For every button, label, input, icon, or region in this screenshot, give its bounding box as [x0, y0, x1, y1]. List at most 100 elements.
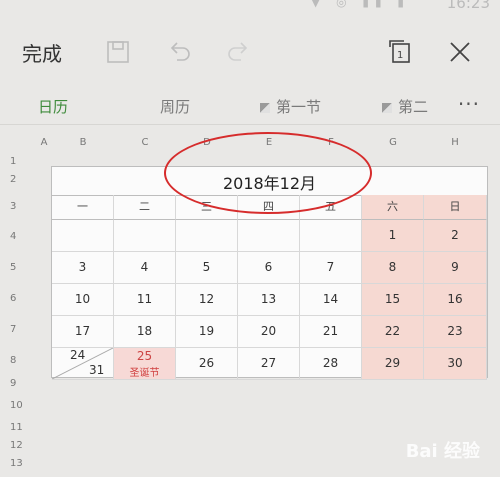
row-header[interactable]: 3 [10, 201, 16, 212]
calendar-day-cell[interactable]: 8 [362, 252, 424, 284]
calendar-day-cell[interactable]: 26 [176, 348, 238, 380]
day-number: 11 [136, 292, 153, 306]
status-icons: ▼ ◎ ▮▮ ▮ [311, 0, 410, 9]
weekday-header[interactable]: 六 [362, 195, 424, 220]
day-number: 22 [384, 324, 401, 338]
calendar-day-cell[interactable]: 24 31 [52, 348, 114, 380]
sheet-tabs: 日历 周历 第一节 第二 ··· [0, 88, 500, 125]
redo-icon[interactable] [225, 38, 253, 66]
holiday-label: 圣诞节 [129, 368, 160, 379]
calendar-day-cell[interactable] [176, 220, 238, 252]
day-number: 16 [447, 292, 463, 306]
calendar-day-cell[interactable]: 22 [362, 316, 424, 348]
weekday-header[interactable]: 一 [52, 195, 114, 220]
calendar-day-cell[interactable]: 10 [52, 284, 114, 316]
more-icon[interactable]: ··· [458, 92, 480, 116]
sheet-icon [382, 103, 392, 113]
calendar-day-cell[interactable]: 28 [300, 348, 362, 380]
undo-icon[interactable] [165, 38, 193, 66]
day-number: 29 [384, 356, 401, 370]
sheet-icon [260, 103, 270, 113]
day-number: 14 [322, 292, 339, 306]
calendar-day-cell[interactable] [300, 220, 362, 252]
tab-section-1[interactable]: 第一节 [260, 96, 321, 117]
calendar-day-cell[interactable]: 25 圣诞节 [114, 348, 176, 380]
row-header[interactable]: 8 [10, 355, 16, 366]
col-header-g[interactable]: G [383, 137, 403, 148]
calendar-day-cell[interactable]: 30 [424, 348, 487, 380]
tab-section-2[interactable]: 第二 [382, 96, 428, 117]
day-number: 18 [136, 324, 153, 338]
calendar-day-cell[interactable] [114, 220, 176, 252]
calendar-day-cell[interactable]: 5 [176, 252, 238, 284]
day-number: 20 [260, 324, 277, 338]
toolbar: 完成 1 [0, 22, 500, 82]
day-number: 21 [322, 324, 339, 338]
row-header[interactable]: 6 [10, 293, 16, 304]
day-number: 17 [74, 324, 91, 338]
row-header[interactable]: 9 [10, 378, 16, 389]
col-header-h[interactable]: H [445, 137, 465, 148]
calendar-day-cell[interactable]: 14 [300, 284, 362, 316]
day-number: 4 [140, 260, 149, 274]
annotation-circle [164, 132, 372, 214]
calendar-day-cell[interactable]: 4 [114, 252, 176, 284]
calendar-day-cell[interactable]: 15 [362, 284, 424, 316]
day-number: 10 [74, 292, 91, 306]
col-header-a[interactable]: A [34, 137, 54, 148]
status-bar: ▼ ◎ ▮▮ ▮ 16:23 [0, 0, 500, 16]
calendar-day-cell[interactable]: 23 [424, 316, 487, 348]
calendar-day-cell[interactable]: 29 [362, 348, 424, 380]
tab-label: 第二 [398, 98, 429, 116]
calendar-day-cell[interactable]: 1 [362, 220, 424, 252]
day-number: 26 [198, 356, 215, 370]
calendar-day-cell[interactable]: 27 [238, 348, 300, 380]
row-header[interactable]: 12 [10, 440, 23, 451]
calendar-day-cell[interactable]: 21 [300, 316, 362, 348]
calendar-day-cell[interactable]: 2 [424, 220, 487, 252]
day-number: 8 [388, 260, 397, 274]
weekday-header[interactable]: 日 [424, 195, 487, 220]
row-header[interactable]: 4 [10, 231, 16, 242]
tab-label: 第一节 [276, 98, 322, 116]
calendar-day-cell[interactable] [52, 220, 114, 252]
calendar-day-cell[interactable]: 11 [114, 284, 176, 316]
calendar-day-cell[interactable] [238, 220, 300, 252]
day-number: 25 [136, 349, 153, 363]
calendar-day-cell[interactable]: 7 [300, 252, 362, 284]
row-header[interactable]: 10 [10, 400, 23, 411]
calendar-day-cell[interactable]: 9 [424, 252, 487, 284]
day-number: 23 [447, 324, 463, 338]
done-button[interactable]: 完成 [22, 38, 62, 67]
row-header[interactable]: 7 [10, 324, 16, 335]
row-header[interactable]: 1 [10, 156, 16, 167]
day-number: 15 [384, 292, 401, 306]
calendar-day-cell[interactable]: 20 [238, 316, 300, 348]
day-number: 28 [322, 356, 339, 370]
day-number: 2 [451, 228, 459, 242]
day-number: 13 [260, 292, 277, 306]
weekday-header[interactable]: 二 [114, 195, 176, 220]
day-number: 6 [264, 260, 273, 274]
calendar-day-cell[interactable]: 17 [52, 316, 114, 348]
close-icon[interactable] [446, 38, 474, 66]
save-icon[interactable] [104, 38, 132, 66]
calendar-day-cell[interactable]: 6 [238, 252, 300, 284]
day-number: 30 [447, 356, 463, 370]
calendar-day-cell[interactable]: 19 [176, 316, 238, 348]
row-header[interactable]: 5 [10, 262, 16, 273]
row-header[interactable]: 2 [10, 174, 16, 185]
calendar-day-cell[interactable]: 16 [424, 284, 487, 316]
col-header-b[interactable]: B [73, 137, 93, 148]
calendar-day-cell[interactable]: 3 [52, 252, 114, 284]
row-header[interactable]: 11 [10, 422, 23, 433]
tab-week[interactable]: 周历 [160, 96, 190, 117]
tab-calendar[interactable]: 日历 [38, 96, 68, 117]
calendar-day-cell[interactable]: 18 [114, 316, 176, 348]
sheets-icon[interactable]: 1 [386, 38, 414, 66]
col-header-c[interactable]: C [135, 137, 155, 148]
row-header[interactable]: 13 [10, 458, 23, 469]
calendar-day-cell[interactable]: 13 [238, 284, 300, 316]
status-time: 16:23 [446, 0, 490, 12]
calendar-day-cell[interactable]: 12 [176, 284, 238, 316]
